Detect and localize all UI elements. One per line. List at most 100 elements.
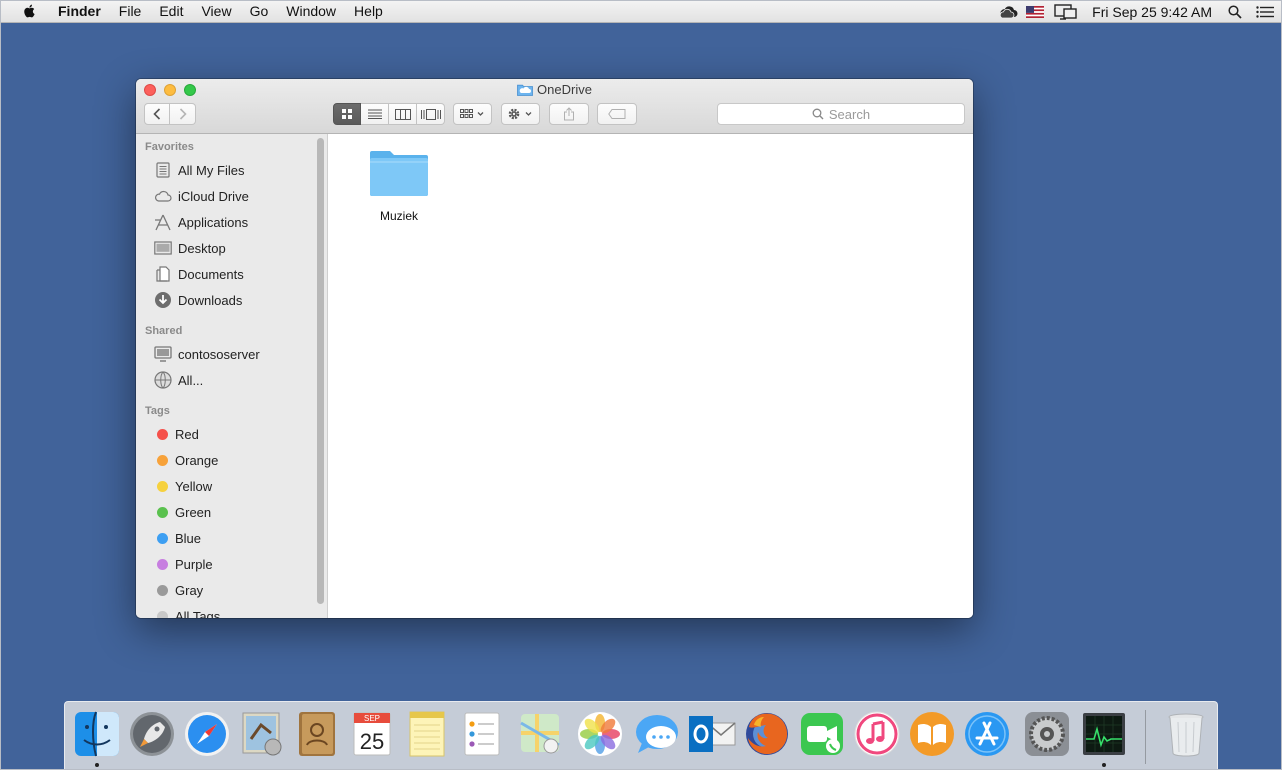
window-titlebar[interactable]: OneDrive Search — [136, 79, 973, 134]
action-menu-button[interactable] — [501, 103, 540, 125]
onedrive-cloud-icon[interactable] — [998, 0, 1020, 23]
spotlight-search-icon[interactable] — [1222, 0, 1248, 23]
menu-edit[interactable]: Edit — [150, 0, 192, 23]
dock-reminders[interactable] — [457, 709, 507, 759]
dock-firefox[interactable] — [742, 709, 792, 759]
dock-safari[interactable] — [182, 709, 232, 759]
sidebar-tag-red[interactable]: Red — [153, 423, 199, 445]
back-button[interactable] — [144, 103, 170, 125]
dock-launchpad[interactable] — [127, 709, 177, 759]
contacts-book-icon — [299, 712, 335, 756]
search-field[interactable]: Search — [717, 103, 965, 125]
arrange-grid-icon — [459, 109, 483, 118]
server-icon — [153, 345, 172, 363]
menu-help[interactable]: Help — [345, 0, 392, 23]
ibooks-icon — [910, 712, 954, 756]
sidebar-tag-orange[interactable]: Orange — [153, 449, 218, 471]
menu-view[interactable]: View — [192, 0, 240, 23]
forward-button[interactable] — [170, 103, 196, 125]
dock-notes[interactable] — [402, 709, 452, 759]
sidebar-item-downloads[interactable]: Downloads — [153, 289, 242, 311]
calendar-month: SEP — [364, 714, 380, 723]
dock-calendar[interactable]: SEP 25 — [347, 709, 397, 759]
shared-heading: Shared — [145, 325, 183, 337]
menu-bar-clock[interactable]: Fri Sep 25 9:42 AM — [1092, 4, 1212, 20]
dock-itunes[interactable] — [852, 709, 902, 759]
messages-bubble-icon — [636, 715, 678, 753]
sidebar-tag-blue[interactable]: Blue — [153, 527, 201, 549]
dock-messages[interactable] — [632, 709, 682, 759]
trash-icon — [1168, 713, 1204, 757]
cover-flow-icon — [420, 108, 441, 120]
sidebar-item-label: Orange — [175, 452, 219, 468]
folder-item[interactable]: Muziek — [366, 146, 432, 223]
sidebar-item-label: All... — [178, 372, 204, 388]
favorites-heading: Favorites — [145, 141, 194, 153]
dock-activity-monitor[interactable] — [1079, 709, 1129, 759]
apple-icon[interactable] — [20, 3, 40, 19]
sidebar-item-contososerver[interactable]: contososerver — [153, 343, 260, 365]
column-view-button[interactable] — [389, 103, 417, 125]
maps-icon — [520, 714, 560, 754]
sidebar-item-label: Blue — [175, 530, 202, 546]
menu-window[interactable]: Window — [277, 0, 345, 23]
dock-contacts[interactable] — [292, 709, 342, 759]
dock-finder[interactable] — [72, 709, 122, 759]
sidebar-item-icloud-drive[interactable]: iCloud Drive — [153, 185, 249, 207]
search-placeholder: Search — [828, 106, 871, 122]
finder-window: OneDrive Search Favorites All My Files i… — [136, 79, 973, 618]
sidebar-item-label: Purple — [175, 556, 213, 572]
sidebar-item-label: Gray — [175, 582, 204, 598]
share-button[interactable] — [549, 103, 589, 125]
view-mode-segment — [333, 103, 445, 125]
arrange-button[interactable] — [453, 103, 492, 125]
icon-view-icon — [342, 109, 352, 119]
sidebar-item-documents[interactable]: Documents — [153, 263, 244, 285]
dock-trash[interactable] — [1161, 709, 1211, 759]
dock-ibooks[interactable] — [907, 709, 957, 759]
list-view-icon — [367, 109, 382, 119]
notes-pad-icon — [409, 711, 445, 757]
network-globe-icon — [153, 371, 172, 389]
sidebar-tag-purple[interactable]: Purple — [153, 553, 213, 575]
sidebar-item-all-shared[interactable]: All... — [153, 369, 203, 391]
list-view-button[interactable] — [361, 103, 389, 125]
dock-outlook[interactable] — [687, 709, 737, 759]
sidebar-item-label: Desktop — [178, 240, 226, 256]
dock-mail[interactable] — [237, 709, 287, 759]
airplay-display-icon[interactable] — [1050, 0, 1082, 23]
sidebar-item-all-my-files[interactable]: All My Files — [153, 159, 244, 181]
calendar-icon: SEP 25 — [353, 712, 391, 756]
sidebar-item-desktop[interactable]: Desktop — [153, 237, 226, 259]
us-flag-icon[interactable] — [1020, 0, 1050, 23]
activity-monitor-icon — [1083, 713, 1125, 755]
chevron-right-icon — [179, 108, 187, 120]
notification-center-icon[interactable] — [1248, 0, 1282, 23]
dock-separator — [1145, 710, 1146, 764]
dock-app-store[interactable] — [962, 709, 1012, 759]
dock-system-preferences[interactable] — [1022, 709, 1072, 759]
sidebar-tag-gray[interactable]: Gray — [153, 579, 203, 601]
itunes-note-icon — [854, 711, 900, 757]
dock-photos[interactable] — [575, 709, 625, 759]
sidebar-item-applications[interactable]: Applications — [153, 211, 248, 233]
sidebar-item-label: All Tags... — [175, 608, 232, 619]
menu-go[interactable]: Go — [241, 0, 278, 23]
menu-file[interactable]: File — [110, 0, 151, 23]
sidebar-scrollbar[interactable] — [317, 138, 324, 604]
dock-maps[interactable] — [515, 709, 565, 759]
menu-bar-extras: Fri Sep 25 9:42 AM — [998, 0, 1282, 23]
dock-facetime[interactable] — [797, 709, 847, 759]
sidebar-tag-yellow[interactable]: Yellow — [153, 475, 212, 497]
launchpad-rocket-icon — [130, 712, 174, 756]
folder-label: Muziek — [379, 209, 418, 223]
sidebar-tag-all-tags[interactable]: All Tags... — [153, 605, 231, 618]
edit-tags-button[interactable] — [597, 103, 637, 125]
icon-view-button[interactable] — [333, 103, 361, 125]
yellow-tag-dot-icon — [157, 480, 168, 492]
mail-stamp-icon — [242, 712, 282, 756]
menu-finder[interactable]: Finder — [56, 0, 110, 23]
cover-flow-view-button[interactable] — [417, 103, 445, 125]
sidebar-tag-green[interactable]: Green — [153, 501, 211, 523]
tag-icon — [608, 109, 626, 119]
